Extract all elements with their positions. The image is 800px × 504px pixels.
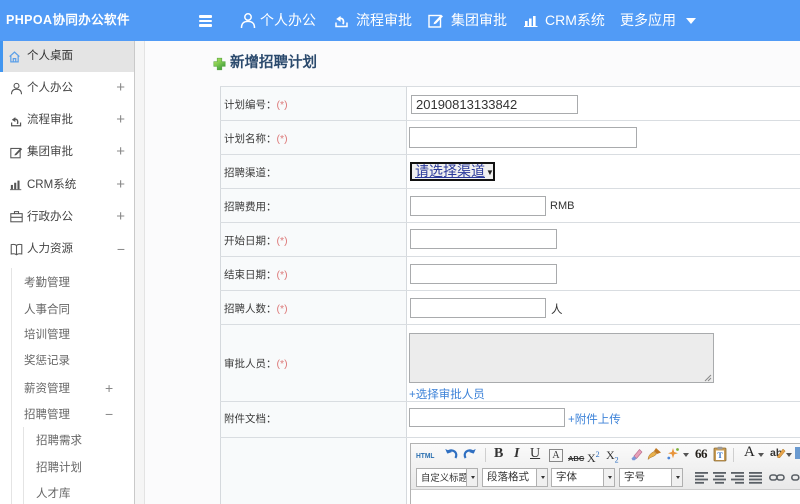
svg-text:T: T	[717, 451, 723, 460]
